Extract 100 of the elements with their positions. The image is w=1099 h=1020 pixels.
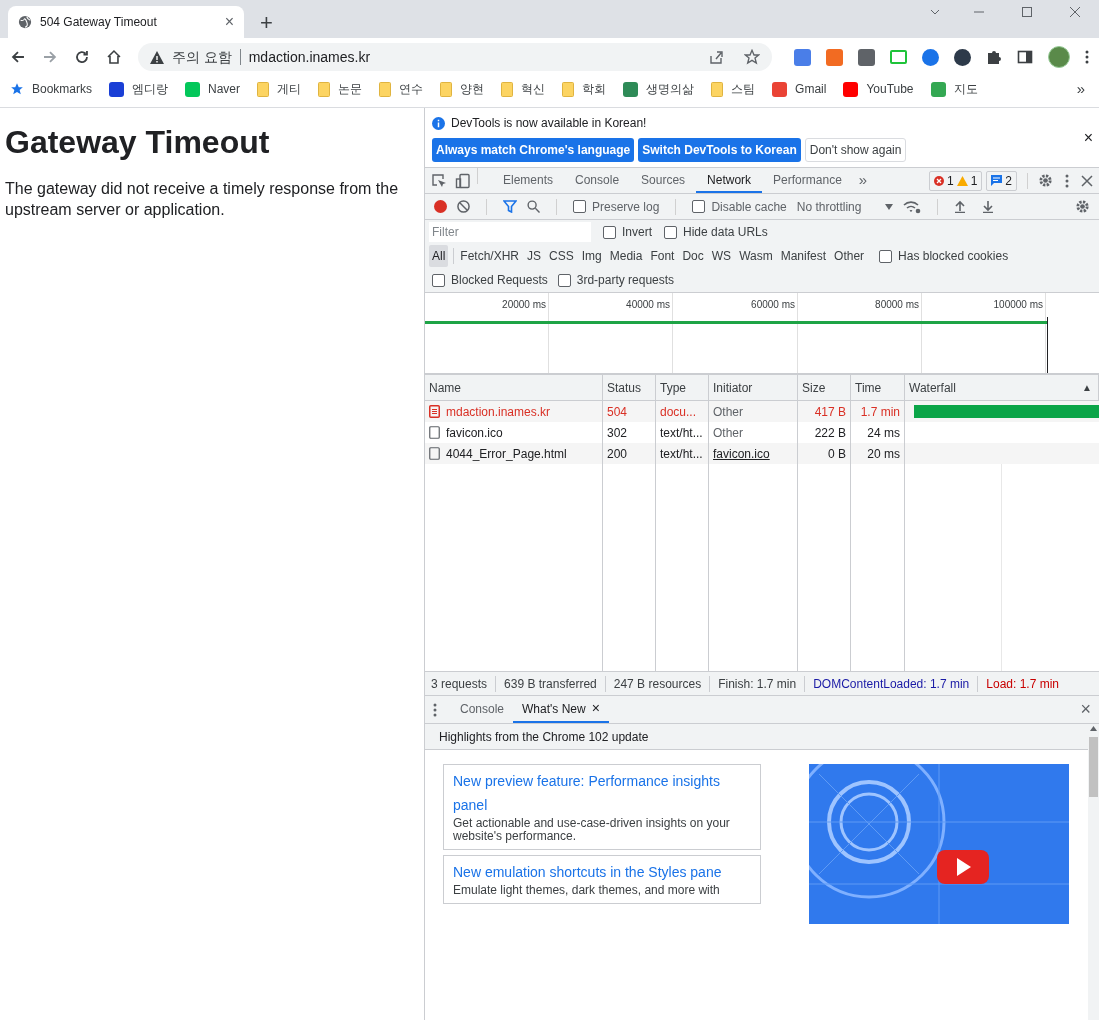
close-button[interactable]: × (1080, 696, 1091, 723)
infobar-button[interactable]: Switch DevTools to Korean (638, 138, 801, 162)
back-icon[interactable] (10, 49, 26, 65)
bookmark-label[interactable]: Gmail (795, 80, 827, 98)
maximize-icon[interactable] (1021, 6, 1033, 18)
infobar-button[interactable]: Always match Chrome's language (432, 138, 635, 162)
browser-tab[interactable]: 504 Gateway Timeout × (8, 6, 244, 38)
reload-icon[interactable] (73, 49, 90, 65)
menu-icon[interactable] (1085, 50, 1089, 64)
messages-badge[interactable]: 2 (986, 170, 1017, 191)
bookmark-label[interactable]: 연수 (399, 80, 424, 98)
request-row[interactable]: 4044_Error_Page.html 200 text/ht... favicon.ico 0 B 20 ms (425, 443, 1099, 464)
bookmark-label[interactable]: 혁신 (521, 80, 546, 98)
issues-badge[interactable]: 1 1 (928, 170, 983, 191)
type-filter-button[interactable]: Other (831, 245, 868, 267)
bookmark-label[interactable]: 게티 (277, 80, 302, 98)
type-filter-button[interactable]: Wasm (736, 245, 776, 267)
bookmark-label[interactable]: 논문 (338, 80, 363, 98)
settings-icon[interactable] (1038, 173, 1053, 188)
filter-icon[interactable] (503, 200, 517, 213)
column-header[interactable]: Size (802, 378, 826, 397)
drawer-tab[interactable]: What's New (522, 699, 586, 718)
type-filter-button[interactable]: Media (606, 245, 646, 267)
type-filter-button[interactable]: Fetch/XHR (457, 245, 523, 267)
forward-icon[interactable] (41, 49, 58, 65)
bookmark-label[interactable]: YouTube (866, 80, 914, 98)
more-options-icon[interactable] (433, 702, 437, 717)
bookmark-label[interactable]: 생명의삶 (646, 80, 695, 98)
type-filter-button[interactable]: Doc (679, 245, 707, 267)
bookmark-label[interactable]: 스팀 (731, 80, 756, 98)
type-filter-button[interactable]: Font (647, 245, 678, 267)
record-icon[interactable] (434, 200, 447, 213)
puzzle-icon[interactable] (986, 49, 1002, 65)
share-icon[interactable] (708, 49, 724, 65)
type-filter-button[interactable]: Manifest (777, 245, 830, 267)
close-icon[interactable] (1081, 174, 1093, 187)
panel-tab[interactable]: Console (564, 168, 631, 193)
close-icon[interactable] (1069, 6, 1081, 18)
extension-icon[interactable] (954, 48, 971, 66)
download-icon[interactable] (981, 200, 994, 213)
feature-card[interactable]: New emulation shortcuts in the Styles pane Emulate light themes, dark themes, and more with (443, 855, 761, 904)
panel-tab[interactable]: Performance (762, 168, 853, 193)
panel-tab[interactable]: Elements (492, 168, 565, 193)
bookmark-label[interactable]: 양현 (460, 80, 485, 98)
checkbox[interactable] (432, 273, 445, 287)
type-filter-button[interactable]: JS (524, 245, 545, 267)
feature-card[interactable]: New preview feature: Performance insights panel Get actionable and use-case-driven insights on your website's performance. (443, 764, 761, 850)
address-bar[interactable]: 주의 요함 mdaction.inames.kr (137, 43, 772, 71)
checkbox[interactable] (573, 200, 586, 213)
tab-close-button[interactable]: × (591, 698, 600, 719)
drawer-tab[interactable]: Console (460, 699, 505, 718)
bookmark-label[interactable]: 학회 (582, 80, 607, 98)
throttling-dropdown[interactable]: No throttling (796, 197, 893, 216)
checkbox[interactable] (664, 225, 677, 239)
column-header[interactable]: Initiator (713, 378, 753, 397)
side-panel-icon[interactable] (1017, 49, 1033, 65)
type-filter-button[interactable]: Img (578, 245, 605, 267)
device-toolbar-icon[interactable] (455, 172, 471, 189)
scrollbar-thumb[interactable] (1089, 737, 1098, 797)
checkbox[interactable] (603, 225, 616, 239)
more-bookmarks-button[interactable]: » (1076, 77, 1085, 101)
sort-indicator[interactable]: ▲ (1082, 380, 1092, 395)
checkbox[interactable] (557, 273, 571, 287)
upload-icon[interactable] (953, 200, 966, 213)
column-header[interactable]: Name (429, 378, 461, 397)
bookmark-label[interactable]: Bookmarks (32, 80, 93, 98)
type-filter-button[interactable]: CSS (546, 245, 577, 267)
panel-tab[interactable]: Sources (630, 168, 697, 193)
close-button[interactable]: × (224, 10, 234, 34)
scroll-up-icon[interactable] (1090, 726, 1097, 731)
more-tabs-button[interactable]: » (852, 168, 874, 193)
initiator-link[interactable]: favicon.ico (713, 444, 770, 463)
column-header[interactable]: Waterfall (909, 378, 956, 397)
profile-avatar[interactable] (1048, 46, 1070, 68)
caret-icon[interactable] (884, 203, 893, 210)
column-header[interactable]: Time (855, 378, 882, 397)
feature-link[interactable]: New preview feature: Performance insights panel (453, 769, 751, 817)
checkbox[interactable] (879, 249, 893, 263)
new-tab-button[interactable]: + (260, 12, 273, 34)
bookmark-label[interactable]: Naver (208, 80, 241, 98)
checkbox[interactable] (692, 200, 706, 213)
more-options-icon[interactable] (1065, 173, 1069, 188)
type-filter-button[interactable]: All (429, 245, 449, 267)
search-icon[interactable] (527, 200, 540, 213)
type-filter-button[interactable]: WS (708, 245, 735, 267)
request-row[interactable]: mdaction.inames.kr 504 docu... Other 417 B 1.7 min (425, 401, 1099, 422)
bookmark-label[interactable]: 지도 (953, 80, 978, 98)
extension-icon[interactable] (858, 48, 875, 66)
filter-field[interactable]: Filter (429, 222, 591, 242)
inspect-icon[interactable] (431, 172, 447, 189)
network-conditions-icon[interactable] (902, 199, 921, 214)
bookmark-label[interactable]: 엠디랑 (132, 80, 169, 98)
feature-link[interactable]: New emulation shortcuts in the Styles pane (453, 860, 751, 884)
column-header[interactable]: Status (607, 378, 642, 397)
column-header[interactable]: Type (660, 378, 686, 397)
infobar-button[interactable]: Don't show again (804, 138, 907, 162)
settings-icon[interactable] (1075, 199, 1090, 214)
close-button[interactable]: × (1083, 126, 1093, 150)
home-icon[interactable] (105, 49, 122, 65)
clear-icon[interactable] (457, 200, 470, 213)
